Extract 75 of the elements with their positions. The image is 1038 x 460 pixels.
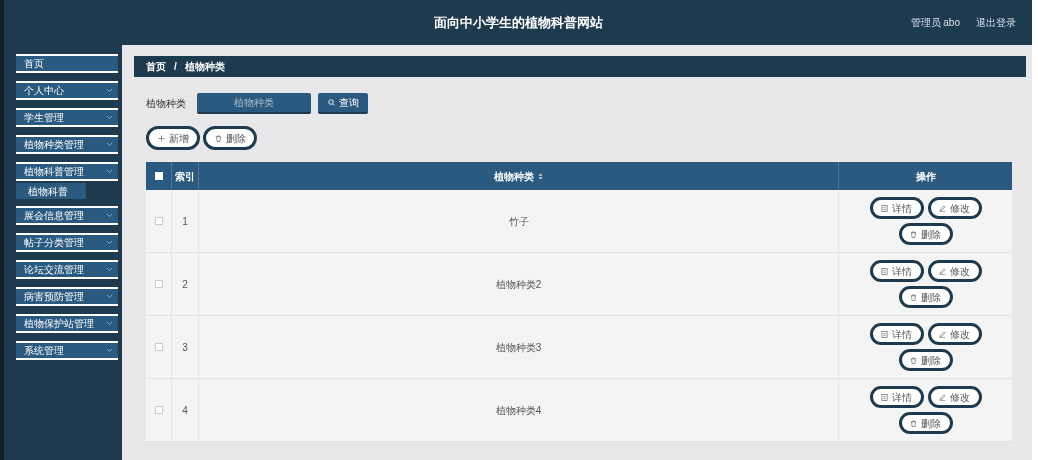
plus-icon — [157, 134, 165, 142]
search-icon — [327, 99, 335, 106]
pencil-icon — [939, 204, 946, 212]
sidebar-item[interactable]: 病害预防管理 — [16, 287, 118, 306]
pencil-icon — [939, 267, 946, 275]
edit-button[interactable]: 修改 — [927, 386, 982, 408]
chevron-down-icon — [106, 348, 113, 353]
breadcrumb-separator: / — [174, 60, 177, 74]
delete-button[interactable]: 删除 — [898, 412, 953, 434]
edit-button[interactable]: 修改 — [927, 260, 982, 282]
details-button[interactable]: 详情 — [869, 323, 924, 345]
chevron-down-icon — [106, 294, 113, 299]
checkbox[interactable] — [154, 217, 163, 225]
table-cell-text: 植物种类2 — [495, 277, 542, 292]
trash-icon — [910, 356, 917, 364]
table-cell-text: 4 — [182, 403, 188, 418]
checkbox[interactable] — [154, 280, 163, 288]
sidebar-item[interactable]: 帖子分类管理 — [16, 233, 118, 252]
table-cell-text: 2 — [182, 277, 188, 292]
checkbox[interactable] — [154, 406, 163, 414]
sidebar-item[interactable]: 学生管理 — [16, 108, 118, 127]
sidebar-item[interactable]: 系统管理 — [16, 341, 118, 360]
trash-icon — [910, 230, 917, 238]
table-cell-text: 植物种类4 — [495, 403, 542, 418]
sidebar-item[interactable]: 展会信息管理 — [16, 206, 118, 225]
chevron-down-icon — [106, 321, 113, 326]
table-cell-text: 3 — [182, 340, 188, 355]
logout-link[interactable]: 退出登录 — [976, 15, 1016, 30]
sidebar-item[interactable]: 个人中心 — [16, 81, 118, 100]
trash-icon — [910, 419, 917, 427]
search-button[interactable]: 查询 — [318, 93, 368, 114]
document-icon — [881, 330, 888, 338]
chevron-down-icon — [106, 142, 113, 147]
document-icon — [881, 267, 888, 275]
breadcrumb-link[interactable]: 植物种类 — [184, 59, 225, 74]
delete-button[interactable]: 删除 — [898, 349, 953, 371]
site-title: 面向中小学生的植物科普网站 — [433, 13, 603, 32]
details-button[interactable]: 详情 — [869, 260, 924, 282]
chevron-down-icon — [106, 240, 113, 245]
add-button[interactable]: 新增 — [146, 126, 200, 150]
chevron-down-icon — [106, 267, 113, 272]
edit-button[interactable]: 修改 — [927, 323, 982, 345]
delete-button[interactable]: 删除 — [898, 286, 953, 308]
sidebar-item[interactable]: 论坛交流管理 — [16, 260, 118, 279]
chevron-down-icon — [106, 169, 113, 174]
search-label: 植物种类 — [146, 97, 187, 111]
sort-icon[interactable] — [538, 172, 543, 180]
sidebar-item[interactable]: 植物种类管理 — [16, 135, 118, 154]
document-icon — [881, 393, 888, 401]
delete-button[interactable]: 删除 — [203, 126, 257, 150]
breadcrumb-link[interactable]: 首页 — [146, 59, 166, 74]
table-cell-text: 植物种类3 — [495, 340, 542, 355]
details-button[interactable]: 详情 — [869, 386, 924, 408]
user-label: 管理员 abo — [910, 16, 960, 30]
trash-icon — [910, 293, 917, 301]
column-header: 操作 — [914, 169, 937, 184]
chevron-down-icon — [106, 213, 113, 218]
document-icon — [881, 204, 888, 212]
table-cell-text: 1 — [182, 214, 188, 229]
sidebar-item[interactable]: 植物科普管理 — [16, 162, 118, 181]
table-cell-text: 竹子 — [508, 214, 529, 229]
search-field[interactable]: 植物种类 — [197, 93, 311, 114]
checkbox[interactable] — [154, 343, 163, 351]
details-button[interactable]: 详情 — [869, 197, 924, 219]
pencil-icon — [939, 393, 946, 401]
chevron-down-icon — [106, 88, 113, 93]
chevron-down-icon — [106, 115, 113, 120]
column-header: 植物种类 — [494, 169, 534, 184]
sidebar-item[interactable]: 首页 — [16, 54, 118, 73]
trash-icon — [214, 134, 222, 142]
delete-button[interactable]: 删除 — [898, 223, 953, 245]
edit-button[interactable]: 修改 — [927, 197, 982, 219]
sidebar-item[interactable]: 植物保护站管理 — [16, 314, 118, 333]
pencil-icon — [939, 330, 946, 338]
submenu-item[interactable]: 植物科普 — [16, 183, 86, 199]
